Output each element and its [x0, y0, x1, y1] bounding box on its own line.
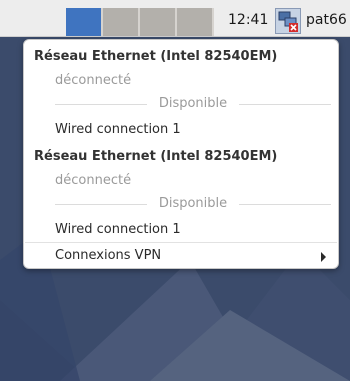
separator-label: Disponible [158, 96, 228, 111]
section-header: Réseau Ethernet (Intel 82540EM) [34, 149, 278, 164]
workspace-switcher[interactable] [66, 8, 214, 36]
available-separator: Disponible [55, 196, 331, 211]
separator-label: Disponible [158, 196, 228, 211]
top-panel: 12:41 pat66 [0, 0, 350, 37]
network-menu: Réseau Ethernet (Intel 82540EM) déconnec… [23, 39, 339, 269]
desktop: 12:41 pat66 Réseau Ethernet (Intel 82540… [0, 0, 350, 381]
wired-connection-item[interactable]: Wired connection 1 [55, 122, 350, 137]
status-text: déconnecté [55, 173, 132, 188]
available-separator: Disponible [55, 96, 331, 111]
workspace-3[interactable] [140, 8, 177, 36]
clock[interactable]: 12:41 [228, 12, 268, 28]
workspace-2[interactable] [103, 8, 140, 36]
section-header: Réseau Ethernet (Intel 82540EM) [34, 49, 278, 64]
username[interactable]: pat66 [306, 12, 347, 28]
submenu-arrow-icon [321, 252, 326, 262]
wired-connection-item[interactable]: Wired connection 1 [55, 222, 350, 237]
vpn-connections-item[interactable]: Connexions VPN [55, 248, 350, 263]
workspace-4[interactable] [177, 8, 214, 36]
status-text: déconnecté [55, 73, 132, 88]
menu-divider [25, 242, 337, 243]
network-disconnected-icon[interactable] [275, 8, 301, 34]
workspace-1[interactable] [66, 8, 103, 36]
